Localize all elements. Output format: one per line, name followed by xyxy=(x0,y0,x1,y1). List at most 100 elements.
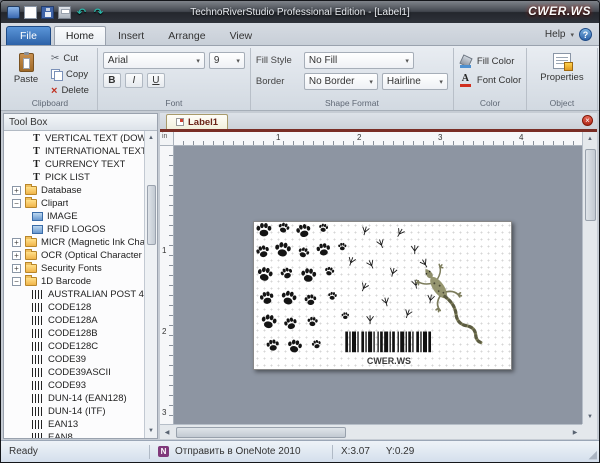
paw-prints[interactable] xyxy=(255,222,349,354)
border-select[interactable]: No Border▾ xyxy=(304,73,378,90)
help-menu[interactable]: Help xyxy=(545,29,566,40)
underline-button[interactable]: U xyxy=(147,73,165,88)
scroll-up-icon[interactable]: ▲ xyxy=(144,131,157,145)
fill-color-icon xyxy=(459,55,472,68)
expand-toggle-icon[interactable]: + xyxy=(12,238,21,247)
barcode-object[interactable]: CWER.WS xyxy=(345,332,431,367)
ribbon-tabs: HomeInsertArrangeView xyxy=(54,26,264,45)
paste-icon xyxy=(19,53,34,72)
cut-button[interactable]: ✂Cut xyxy=(48,51,92,66)
horizontal-scroll-thumb[interactable] xyxy=(176,427,346,438)
help-area: Help ▾ ? xyxy=(545,28,592,41)
properties-button[interactable]: Properties xyxy=(532,50,591,83)
save-icon[interactable] xyxy=(41,6,54,19)
toolbox-item[interactable]: TVERTICAL TEXT (DOW xyxy=(4,132,144,145)
toolbox-item[interactable]: AUSTRALIAN POST 4-S xyxy=(4,288,144,301)
delete-button[interactable]: ×Delete xyxy=(48,83,92,98)
text-icon: T xyxy=(32,146,41,157)
vertical-ruler: 123 xyxy=(160,146,174,424)
bird-tracks[interactable] xyxy=(346,226,434,324)
toolbox-item[interactable]: +MICR (Magnetic Ink Chai xyxy=(4,236,144,249)
scroll-down-icon[interactable]: ▼ xyxy=(583,410,597,424)
scroll-left-icon[interactable]: ◀ xyxy=(160,425,174,439)
tab-insert[interactable]: Insert xyxy=(106,26,156,45)
border-weight-select[interactable]: Hairline▾ xyxy=(382,73,448,90)
text-icon: T xyxy=(32,159,41,170)
font-family-select[interactable]: Arial▾ xyxy=(103,52,205,69)
app-icon[interactable] xyxy=(7,6,20,19)
status-onenote[interactable]: N Отправить в OneNote 2010 xyxy=(150,441,332,462)
toolbox-item[interactable]: +Database xyxy=(4,184,144,197)
horizontal-scrollbar[interactable]: ◀ ▶ xyxy=(160,424,582,439)
vertical-scrollbar[interactable]: ▲ ▼ xyxy=(582,132,597,424)
barcode-icon xyxy=(32,381,44,390)
resize-grip[interactable]: ◢ xyxy=(589,450,597,461)
chevron-down-icon: ▾ xyxy=(236,57,240,65)
toolbox-item[interactable]: DUN-14 (ITF) xyxy=(4,405,144,418)
toolbox-item[interactable]: DUN-14 (EAN128) xyxy=(4,392,144,405)
tab-label1[interactable]: Label1 xyxy=(166,114,228,129)
toolbox-item[interactable]: −1D Barcode xyxy=(4,275,144,288)
copy-button[interactable]: Copy xyxy=(48,67,92,82)
cursor-x: X:3.07 xyxy=(341,446,370,457)
tab-home[interactable]: Home xyxy=(54,26,106,45)
file-tab[interactable]: File xyxy=(6,26,51,45)
tab-arrange[interactable]: Arrange xyxy=(156,26,217,45)
fill-style-label: Fill Style xyxy=(256,55,300,66)
help-icon[interactable]: ? xyxy=(579,28,592,41)
expand-toggle-icon[interactable]: + xyxy=(12,264,21,273)
tab-view[interactable]: View xyxy=(218,26,265,45)
toolbox-item[interactable]: IMAGE xyxy=(4,210,144,223)
expand-toggle-icon[interactable]: + xyxy=(12,251,21,260)
scroll-right-icon[interactable]: ▶ xyxy=(568,425,582,439)
toolbox-item[interactable]: CODE128A xyxy=(4,314,144,327)
chevron-down-icon[interactable]: ▾ xyxy=(570,31,574,39)
redo-icon[interactable]: ↷ xyxy=(92,6,105,19)
main-area: Tool Box TVERTICAL TEXT (DOWTINTERNATION… xyxy=(1,111,599,440)
bold-button[interactable]: B xyxy=(103,73,121,88)
fill-color-button[interactable]: Fill Color xyxy=(459,53,521,69)
italic-button[interactable]: I xyxy=(125,73,143,88)
scroll-up-icon[interactable]: ▲ xyxy=(583,132,597,146)
barcode-icon xyxy=(32,420,44,429)
barcode-icon xyxy=(32,303,44,312)
toolbox-item[interactable]: CODE39 xyxy=(4,353,144,366)
fill-style-select[interactable]: No Fill▾ xyxy=(304,52,414,69)
toolbox-item[interactable]: CODE128C xyxy=(4,340,144,353)
ribbon: Paste ✂Cut Copy ×Delete Clipboard Arial▾… xyxy=(1,46,599,111)
toolbox-scroll-thumb[interactable] xyxy=(147,185,156,245)
barcode-icon xyxy=(32,355,44,364)
toolbox-panel: Tool Box TVERTICAL TEXT (DOWTINTERNATION… xyxy=(3,113,158,439)
label-sheet[interactable]: CWER.WS xyxy=(253,221,512,370)
expand-toggle-icon[interactable]: + xyxy=(12,186,21,195)
new-document-icon[interactable] xyxy=(24,6,37,19)
toolbox-item[interactable]: CODE93 xyxy=(4,379,144,392)
font-group: Arial▾ 9▾ B I U Font xyxy=(98,48,251,110)
toolbox-item[interactable]: +Security Fonts xyxy=(4,262,144,275)
toolbox-scrollbar[interactable]: ▲ ▼ xyxy=(144,131,157,438)
toolbox-item[interactable]: EAN8 xyxy=(4,431,144,438)
font-size-select[interactable]: 9▾ xyxy=(209,52,245,69)
design-canvas[interactable]: CWER.WS xyxy=(174,146,582,424)
image-icon xyxy=(32,225,43,234)
toolbox-item[interactable]: TINTERNATIONAL TEXT xyxy=(4,145,144,158)
cut-icon: ✂ xyxy=(51,53,59,64)
toolbox-item[interactable]: RFID LOGOS xyxy=(4,223,144,236)
toolbox-item[interactable]: TCURRENCY TEXT xyxy=(4,158,144,171)
toolbox-item[interactable]: TPICK LIST xyxy=(4,171,144,184)
toolbox-item[interactable]: CODE39ASCII xyxy=(4,366,144,379)
vertical-scroll-thumb[interactable] xyxy=(585,149,596,221)
print-icon[interactable] xyxy=(58,6,71,19)
font-color-button[interactable]: AFont Color xyxy=(459,72,521,88)
toolbox-item[interactable]: +OCR (Optical Character F xyxy=(4,249,144,262)
toolbox-item[interactable]: −Clipart xyxy=(4,197,144,210)
toolbox-item[interactable]: CODE128B xyxy=(4,327,144,340)
toolbox-item[interactable]: EAN13 xyxy=(4,418,144,431)
scroll-down-icon[interactable]: ▼ xyxy=(144,424,157,438)
undo-icon[interactable]: ↶ xyxy=(75,6,88,19)
expand-toggle-icon[interactable]: − xyxy=(12,277,21,286)
close-document-icon[interactable]: × xyxy=(582,115,593,126)
toolbox-item[interactable]: CODE128 xyxy=(4,301,144,314)
expand-toggle-icon[interactable]: − xyxy=(12,199,21,208)
paste-button[interactable]: Paste xyxy=(8,50,44,98)
